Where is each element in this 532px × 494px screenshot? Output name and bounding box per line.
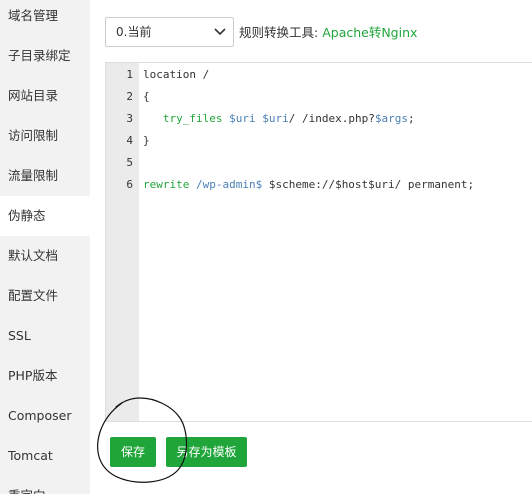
code-token: $uri <box>262 112 289 125</box>
line-number: 5 <box>126 156 133 169</box>
code-line[interactable]: rewrite /wp-admin$ $scheme://$host$uri/ … <box>143 174 474 196</box>
select-value: 0.当前 <box>116 25 152 39</box>
sidebar-item-rewrite[interactable]: 伪静态 <box>0 196 90 236</box>
rule-template-select[interactable]: 0.当前 <box>105 17 234 47</box>
line-number: 3 <box>126 112 133 125</box>
sidebar-item-config-file[interactable]: 配置文件 <box>0 276 90 316</box>
code-line[interactable]: } <box>143 130 150 152</box>
code-line[interactable]: { <box>143 86 150 108</box>
chevron-down-icon <box>214 28 226 36</box>
line-number: 6 <box>126 178 133 191</box>
line-number-gutter: 1 2 3 4 5 6 <box>106 63 139 421</box>
code-token: / /index.php? <box>288 112 375 125</box>
site-settings-panel: 域名管理 子目录绑定 网站目录 访问限制 流量限制 伪静态 默认文档 配置文件 … <box>0 0 532 494</box>
sidebar-item-php-version[interactable]: PHP版本 <box>0 356 90 396</box>
sidebar-item-site-directory[interactable]: 网站目录 <box>0 76 90 116</box>
code-token: $args <box>374 112 408 125</box>
save-as-template-button[interactable]: 另存为模板 <box>166 437 247 467</box>
line-number: 2 <box>126 90 133 103</box>
rule-tool-label: 规则转换工具: <box>239 25 319 40</box>
sidebar-item-access-restriction[interactable]: 访问限制 <box>0 116 90 156</box>
sidebar-item-redirect[interactable]: 重定向 <box>0 476 90 494</box>
code-token: /wp-admin$ <box>195 178 263 191</box>
rule-tool-row: 规则转换工具: Apache转Nginx <box>239 22 417 41</box>
sidebar-item-domain-management[interactable]: 域名管理 <box>0 0 90 36</box>
sidebar-item-tomcat[interactable]: Tomcat <box>0 436 90 476</box>
sidebar-item-default-document[interactable]: 默认文档 <box>0 236 90 276</box>
apache-to-nginx-link[interactable]: Apache转Nginx <box>322 25 417 40</box>
code-line[interactable]: try_files $uri $uri/ /index.php?$args; <box>143 108 415 130</box>
code-token: } <box>143 134 150 147</box>
line-number: 1 <box>126 68 133 81</box>
code-token: rewrite <box>143 178 190 191</box>
sidebar-item-traffic-limit[interactable]: 流量限制 <box>0 156 90 196</box>
sidebar-item-ssl[interactable]: SSL <box>0 316 90 356</box>
code-token: { <box>143 90 150 103</box>
code-token: $scheme://$host$uri/ permanent; <box>262 178 475 191</box>
sidebar-item-subdirectory-binding[interactable]: 子目录绑定 <box>0 36 90 76</box>
code-editor[interactable]: 1 2 3 4 5 6 location / { try_files $uri $… <box>105 62 532 422</box>
code-line[interactable]: location / <box>143 64 209 86</box>
line-number: 4 <box>126 134 133 147</box>
sidebar-item-composer[interactable]: Composer <box>0 396 90 436</box>
code-token: try_files <box>162 112 223 125</box>
code-token: location / <box>143 68 210 81</box>
code-token: ; <box>407 112 415 125</box>
sidebar: 域名管理 子目录绑定 网站目录 访问限制 流量限制 伪静态 默认文档 配置文件 … <box>0 0 90 494</box>
code-token: $uri <box>229 112 256 125</box>
save-button[interactable]: 保存 <box>110 437 156 467</box>
